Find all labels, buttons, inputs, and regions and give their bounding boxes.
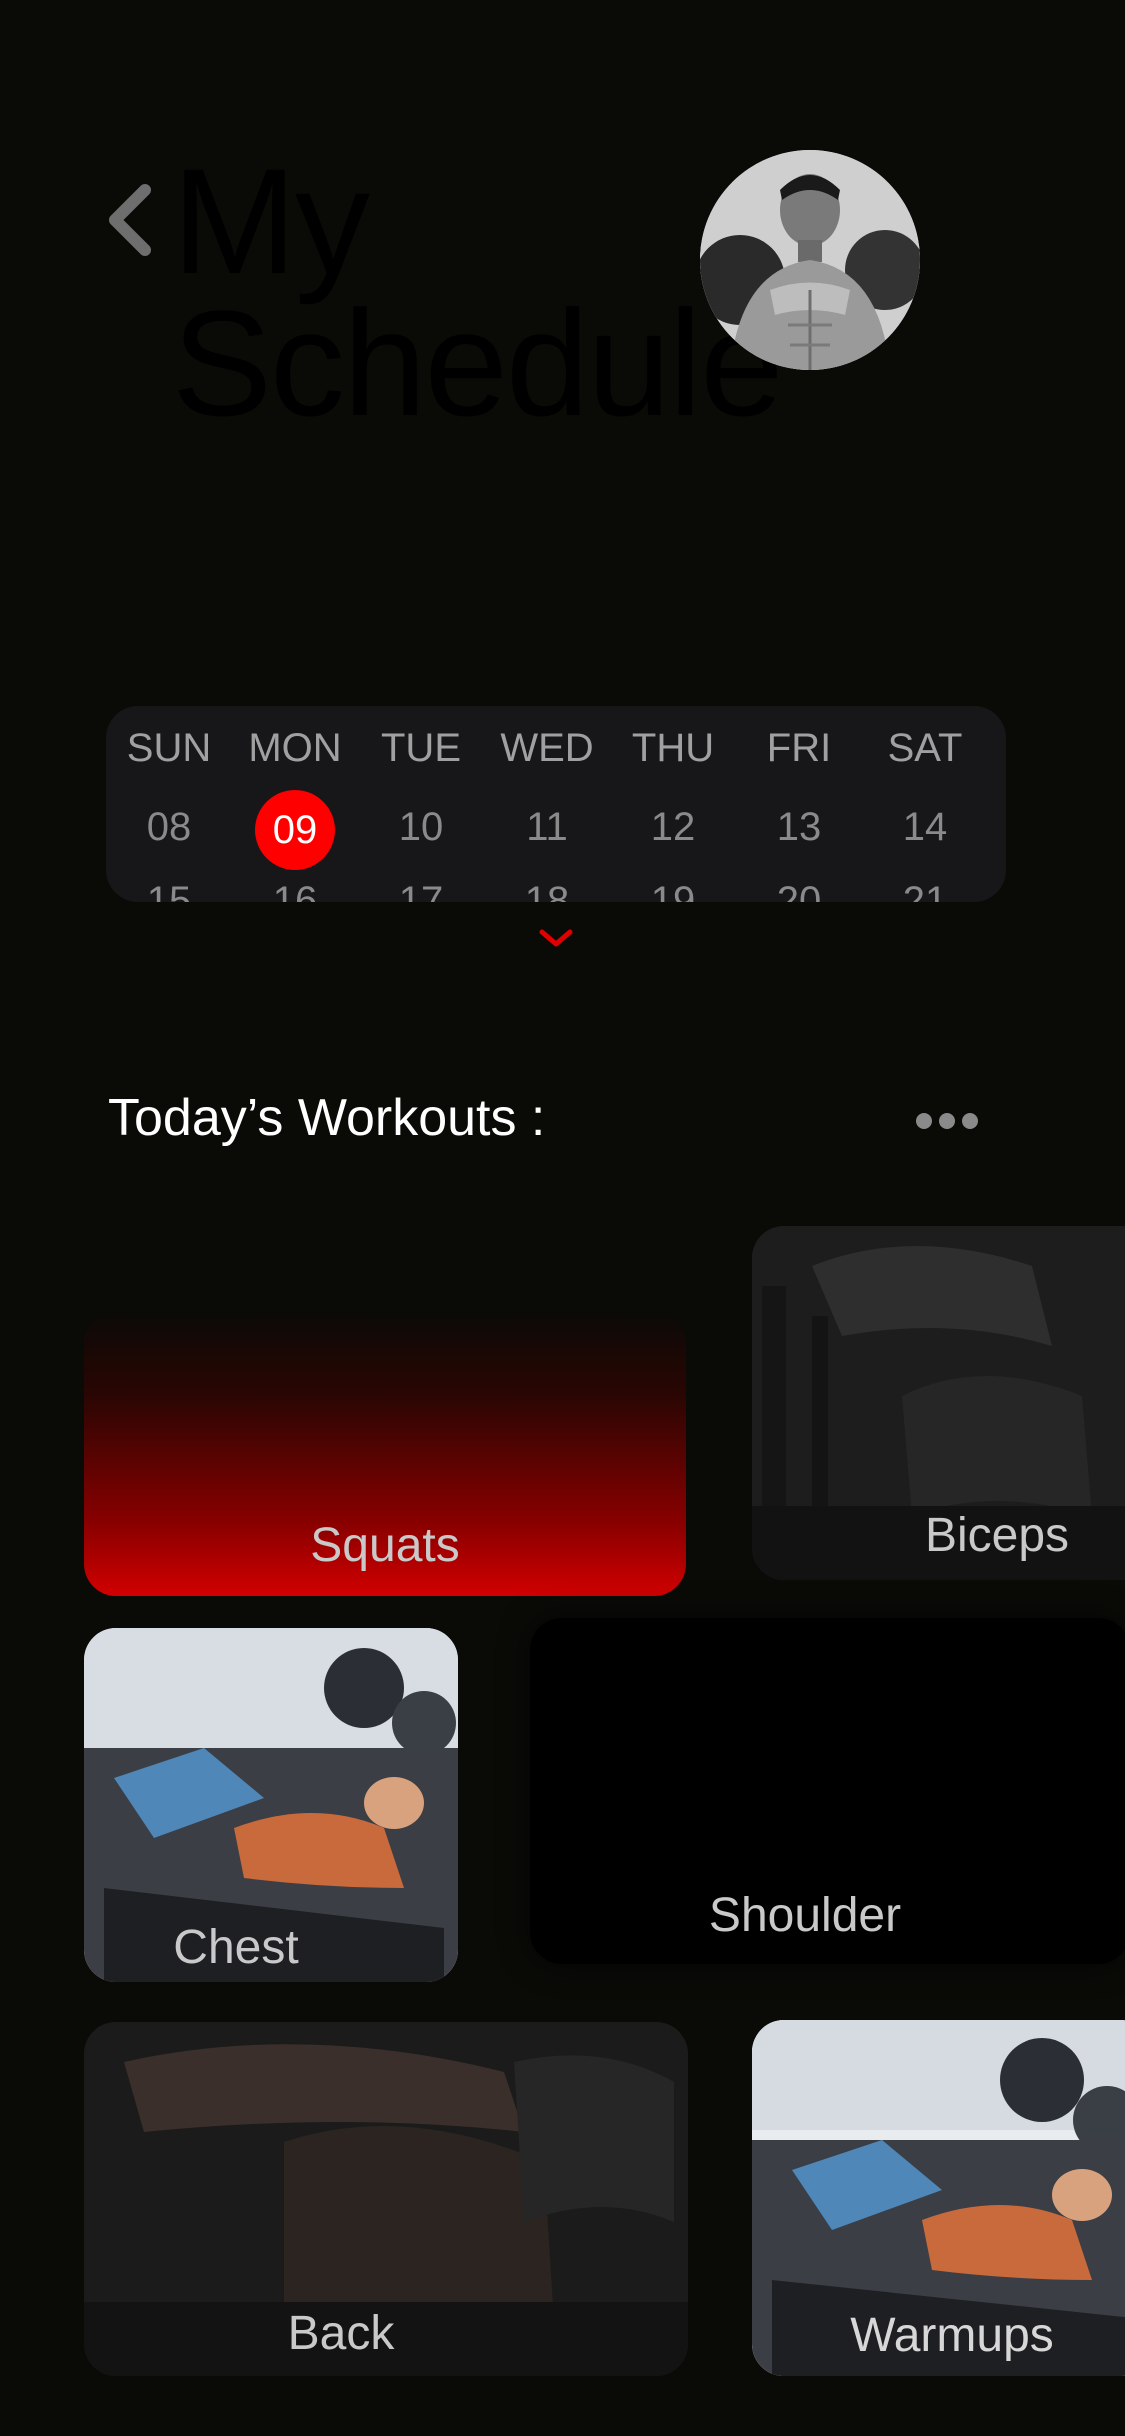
calendar-day[interactable]: 15 xyxy=(106,864,232,902)
calendar-day[interactable]: 19 xyxy=(610,864,736,902)
back-button[interactable] xyxy=(100,180,160,260)
expand-calendar-button[interactable] xyxy=(536,926,576,950)
weekday-label: SUN xyxy=(126,726,212,770)
week-row: 15 16 17 18 19 20 21 xyxy=(106,864,1006,902)
workout-card-label: Chest xyxy=(173,1921,299,1974)
calendar-day[interactable]: 12 xyxy=(610,790,736,864)
section-title: Today’s Workouts : xyxy=(108,1089,546,1147)
weekday-label: FRI xyxy=(766,726,832,770)
workout-card-squats[interactable]: Squats xyxy=(84,1310,686,1596)
calendar-day-selected[interactable]: 09 xyxy=(232,790,358,870)
calendar-day[interactable]: 08 xyxy=(106,790,232,864)
workout-card-chest[interactable]: Chest xyxy=(84,1628,458,1982)
chevron-down-icon xyxy=(539,929,573,947)
calendar-day[interactable]: 18 xyxy=(484,864,610,902)
more-options-button[interactable] xyxy=(914,1106,980,1136)
avatar-image xyxy=(700,150,920,370)
workout-card-label: Biceps xyxy=(924,1509,1070,1562)
calendar-day[interactable]: 10 xyxy=(358,790,484,864)
chevron-left-icon xyxy=(109,184,151,256)
workout-card-back[interactable]: Back xyxy=(84,2022,688,2376)
weekday-label: MON xyxy=(248,726,342,770)
week-row: 08 09 10 11 12 13 14 xyxy=(106,790,1006,870)
calendar-day[interactable]: 21 xyxy=(862,864,988,902)
weekday-header-row: SUN MON TUE WED THU FRI SAT xyxy=(106,706,1006,790)
workout-card-shoulder[interactable]: Shoulder xyxy=(530,1618,1125,1964)
weekday-label: THU xyxy=(631,726,715,770)
workout-card-label: Back xyxy=(287,2307,395,2360)
weekday-label: TUE xyxy=(381,726,461,770)
workout-card-warmups[interactable]: Warmups xyxy=(752,2020,1125,2376)
more-dots-icon xyxy=(916,1113,978,1129)
workout-card-label: Squats xyxy=(310,1519,460,1572)
weekday-label: SAT xyxy=(887,726,963,770)
weekday-label: WED xyxy=(500,726,594,770)
calendar-day[interactable]: 13 xyxy=(736,790,862,864)
calendar-day[interactable]: 20 xyxy=(736,864,862,902)
workout-card-label: Warmups xyxy=(850,2309,1054,2362)
calendar-day[interactable]: 14 xyxy=(862,790,988,864)
calendar-day[interactable]: 11 xyxy=(484,790,610,864)
calendar-day[interactable]: 17 xyxy=(358,864,484,902)
selected-day-label: 09 xyxy=(255,790,335,870)
workout-card-biceps[interactable]: Biceps xyxy=(752,1226,1125,1580)
calendar-day[interactable]: 16 xyxy=(232,864,358,902)
workout-card-label: Shoulder xyxy=(708,1889,902,1942)
week-calendar: SUN MON TUE WED THU FRI SAT 08 09 10 11 … xyxy=(106,706,1006,902)
profile-avatar[interactable] xyxy=(700,150,920,370)
